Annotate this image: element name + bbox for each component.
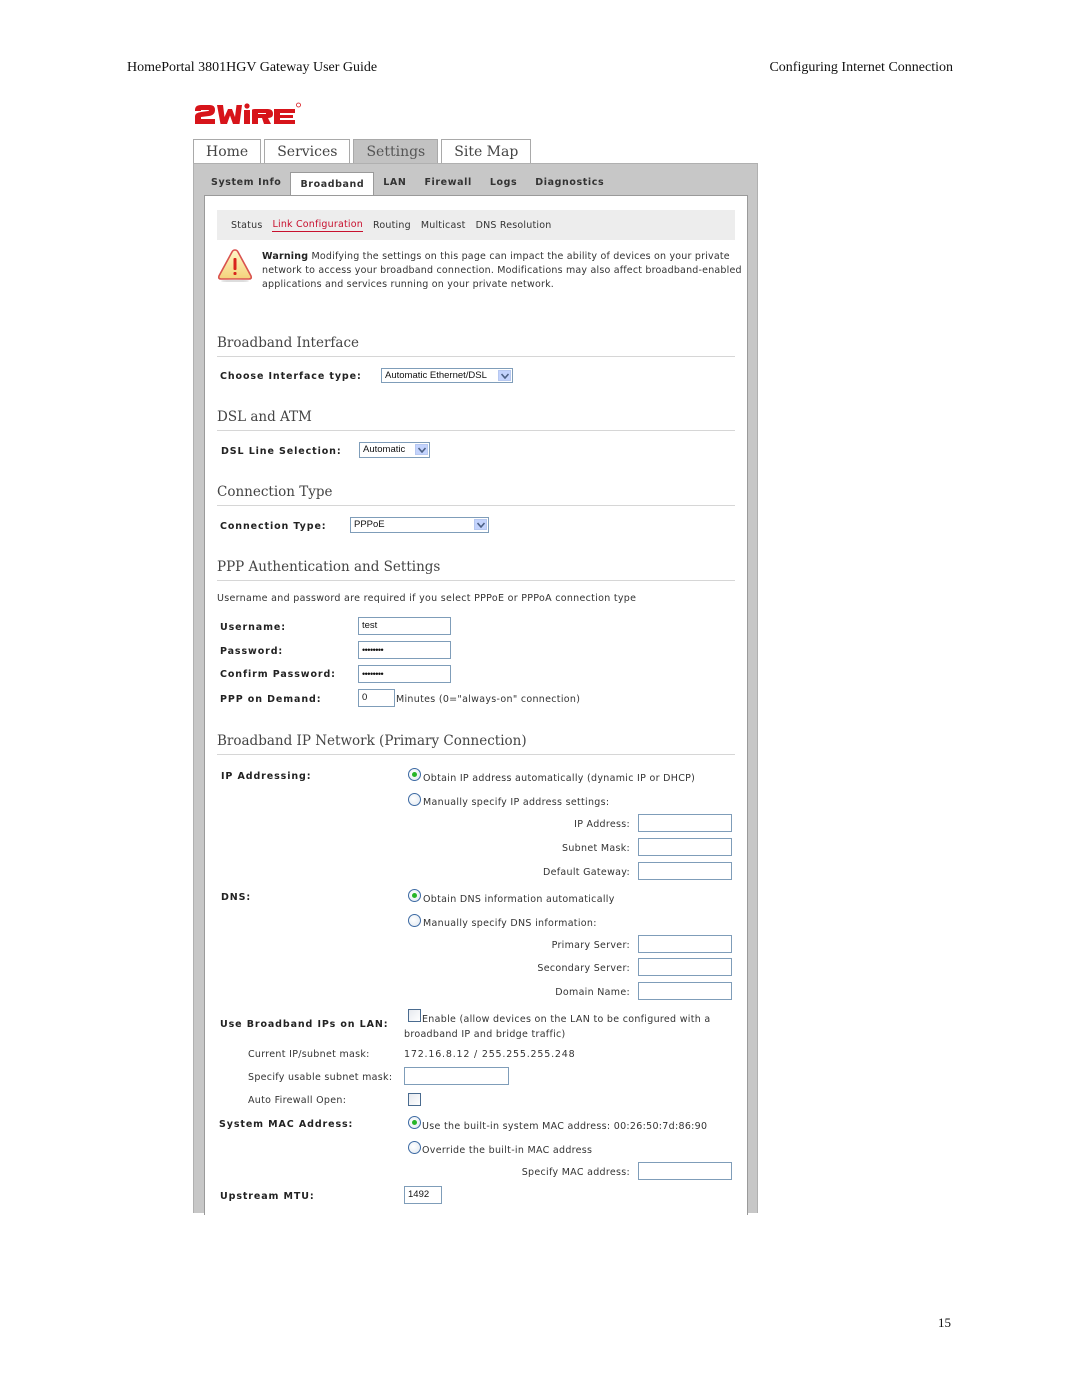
section-connection-type: Connection Type bbox=[217, 484, 735, 506]
interface-type-value: Automatic Ethernet/DSL bbox=[385, 370, 487, 381]
link-dns-resolution[interactable]: DNS Resolution bbox=[476, 220, 552, 231]
tab-home[interactable]: Home bbox=[193, 139, 262, 163]
username-input[interactable]: test bbox=[358, 617, 451, 635]
subnet-mask-input[interactable] bbox=[638, 838, 732, 856]
link-routing[interactable]: Routing bbox=[373, 220, 411, 231]
link-link-configuration[interactable]: Link Configuration bbox=[272, 219, 363, 232]
subtab-firewall[interactable]: Firewall bbox=[415, 172, 480, 195]
usable-subnet-mask-label: Specify usable subnet mask: bbox=[248, 1072, 393, 1083]
broadband-panel: Status Link Configuration Routing Multic… bbox=[204, 195, 748, 1215]
domain-name-label: Domain Name: bbox=[555, 987, 630, 998]
broadband-ips-on-lan-label: Use Broadband IPs on LAN: bbox=[220, 1019, 389, 1030]
auto-firewall-open-checkbox[interactable] bbox=[408, 1093, 421, 1106]
ip-manual-label: Manually specify IP address settings: bbox=[423, 797, 610, 808]
current-ip-label: Current IP/subnet mask: bbox=[248, 1049, 370, 1060]
dsl-line-select[interactable]: Automatic bbox=[359, 442, 430, 458]
password-label: Password: bbox=[220, 646, 284, 657]
warning-message: Modifying the settings on this page can … bbox=[262, 251, 742, 290]
upstream-mtu-input[interactable]: 1492 bbox=[404, 1186, 442, 1204]
ip-auto-label: Obtain IP address automatically (dynamic… bbox=[423, 773, 696, 784]
tab-services[interactable]: Services bbox=[264, 139, 351, 163]
connection-type-label: Connection Type: bbox=[220, 521, 327, 532]
dns-manual-radio[interactable] bbox=[408, 914, 421, 927]
ip-address-input[interactable] bbox=[638, 814, 732, 832]
subtab-broadband[interactable]: Broadband bbox=[290, 172, 375, 196]
settings-frame: System Info Broadband LAN Firewall Logs … bbox=[193, 163, 758, 1215]
broadband-ips-enable-line1: Enable (allow devices on the LAN to be c… bbox=[422, 1014, 711, 1025]
2wire-logo bbox=[195, 102, 301, 124]
chevron-down-icon bbox=[415, 444, 428, 455]
section-broadband-interface: Broadband Interface bbox=[217, 335, 735, 357]
tab-site-map[interactable]: Site Map bbox=[441, 139, 532, 163]
chevron-down-icon bbox=[498, 370, 511, 381]
domain-name-input[interactable] bbox=[638, 982, 732, 1000]
usable-subnet-mask-input[interactable] bbox=[404, 1067, 509, 1085]
ip-addressing-label: IP Addressing: bbox=[221, 771, 312, 782]
link-multicast[interactable]: Multicast bbox=[421, 220, 466, 231]
confirm-password-input[interactable]: •••••••• bbox=[358, 665, 451, 683]
primary-server-input[interactable] bbox=[638, 935, 732, 953]
default-gateway-input[interactable] bbox=[638, 862, 732, 880]
specify-mac-input[interactable] bbox=[638, 1162, 732, 1180]
secondary-server-label: Secondary Server: bbox=[537, 963, 630, 974]
current-ip-value: 172.16.8.12 / 255.255.255.248 bbox=[404, 1049, 576, 1060]
interface-type-label: Choose Interface type: bbox=[220, 371, 362, 382]
password-input[interactable]: •••••••• bbox=[358, 641, 451, 659]
dsl-line-value: Automatic bbox=[363, 444, 406, 455]
dns-manual-label: Manually specify DNS information: bbox=[423, 918, 597, 929]
upstream-mtu-label: Upstream MTU: bbox=[220, 1191, 315, 1202]
document-header-section: Configuring Internet Connection bbox=[769, 60, 953, 75]
ppp-on-demand-input[interactable]: 0 bbox=[358, 689, 395, 707]
section-dsl-atm: DSL and ATM bbox=[217, 409, 735, 431]
subtab-diagnostics[interactable]: Diagnostics bbox=[526, 172, 613, 195]
subnet-mask-label: Subnet Mask: bbox=[562, 843, 630, 854]
dns-auto-label: Obtain DNS information automatically bbox=[423, 894, 615, 905]
broadband-ips-enable-line2: broadband IP and bridge traffic) bbox=[404, 1029, 566, 1040]
document-header-title: HomePortal 3801HGV Gateway User Guide bbox=[127, 60, 378, 75]
interface-type-select[interactable]: Automatic Ethernet/DSL bbox=[381, 368, 513, 383]
mac-builtin-radio[interactable] bbox=[408, 1116, 421, 1129]
secondary-server-input[interactable] bbox=[638, 958, 732, 976]
link-status[interactable]: Status bbox=[231, 220, 262, 231]
dsl-line-label: DSL Line Selection: bbox=[221, 446, 342, 457]
username-label: Username: bbox=[220, 622, 286, 633]
primary-server-label: Primary Server: bbox=[551, 940, 630, 951]
tab-settings[interactable]: Settings bbox=[353, 139, 439, 164]
system-mac-label: System MAC Address: bbox=[219, 1119, 354, 1130]
connection-type-value: PPPoE bbox=[354, 519, 385, 530]
mac-override-label: Override the built-in MAC address bbox=[422, 1145, 593, 1156]
section-broadband-ip-network: Broadband IP Network (Primary Connection… bbox=[217, 733, 735, 755]
ip-address-label: IP Address: bbox=[574, 819, 630, 830]
warning-icon bbox=[217, 249, 253, 282]
page-number: 15 bbox=[938, 1315, 951, 1330]
ppp-note: Username and password are required if yo… bbox=[217, 593, 637, 604]
specify-mac-label: Specify MAC address: bbox=[521, 1167, 630, 1178]
broadband-ips-enable-checkbox[interactable] bbox=[408, 1009, 421, 1022]
ppp-on-demand-label: PPP on Demand: bbox=[220, 694, 322, 705]
main-navigation: Home Services Settings Site Map bbox=[193, 139, 534, 164]
mac-builtin-label: Use the built-in system MAC address: 00:… bbox=[422, 1121, 708, 1132]
warning-title: Warning bbox=[262, 251, 309, 262]
ip-auto-radio[interactable] bbox=[408, 768, 421, 781]
broadband-link-bar: Status Link Configuration Routing Multic… bbox=[217, 210, 735, 240]
settings-subtabs: System Info Broadband LAN Firewall Logs … bbox=[202, 172, 613, 196]
dns-auto-radio[interactable] bbox=[408, 889, 421, 902]
subtab-logs[interactable]: Logs bbox=[481, 172, 526, 195]
confirm-password-label: Confirm Password: bbox=[220, 669, 336, 680]
subtab-system-info[interactable]: System Info bbox=[202, 172, 290, 195]
ppp-on-demand-suffix: Minutes (0="always-on" connection) bbox=[396, 694, 581, 705]
auto-firewall-open-label: Auto Firewall Open: bbox=[248, 1095, 347, 1106]
default-gateway-label: Default Gateway: bbox=[542, 867, 630, 878]
dns-label: DNS: bbox=[221, 892, 252, 903]
section-ppp-authentication: PPP Authentication and Settings bbox=[217, 559, 735, 581]
connection-type-select[interactable]: PPPoE bbox=[350, 517, 489, 533]
mac-override-radio[interactable] bbox=[408, 1141, 421, 1154]
subtab-lan[interactable]: LAN bbox=[374, 172, 415, 195]
ip-manual-radio[interactable] bbox=[408, 793, 421, 806]
chevron-down-icon bbox=[474, 519, 487, 530]
